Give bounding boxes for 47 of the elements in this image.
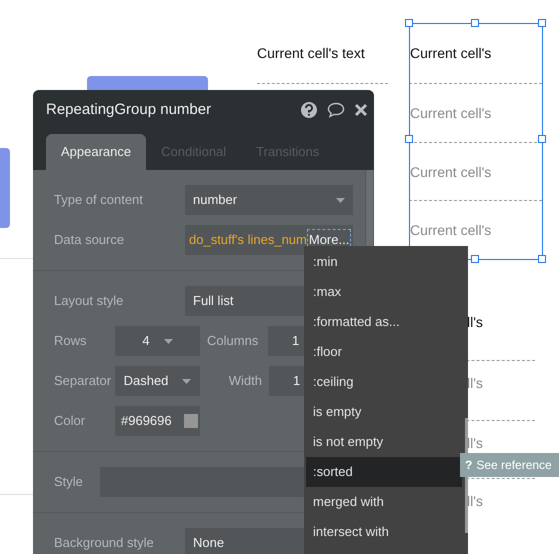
field-label: Color	[54, 412, 86, 430]
menu-item[interactable]: is empty	[306, 397, 462, 427]
field-label: Rows	[54, 332, 88, 350]
resize-handle[interactable]	[538, 19, 546, 27]
expression-field[interactable]: do_stuff's lines_num More...	[185, 225, 353, 255]
resize-handle[interactable]	[471, 19, 479, 27]
field-label: Type of content	[54, 191, 144, 210]
field-label: Background style	[54, 534, 155, 552]
cell-text: Current cell's	[410, 223, 492, 237]
dropdown[interactable]: 4	[115, 326, 200, 356]
panel-title: RepeatingGroup number	[46, 100, 212, 120]
field-label: Layout style	[54, 292, 124, 310]
caret-icon	[164, 338, 173, 344]
resize-handle[interactable]	[538, 255, 546, 263]
help-icon: ?	[465, 456, 472, 474]
cell-text: ll's	[467, 494, 483, 508]
field-label: Width	[228, 372, 263, 390]
menu-item[interactable]: :floor	[306, 337, 462, 367]
field-label: Data source	[54, 231, 126, 250]
comment-icon[interactable]	[327, 102, 345, 118]
cell-text: ll's	[467, 436, 483, 450]
cell-text: ll's	[467, 376, 483, 390]
menu-item[interactable]: :sorted	[306, 457, 462, 487]
field-label: Separator	[54, 372, 112, 390]
cell-text: Current cell's	[410, 106, 492, 120]
close-icon[interactable]	[354, 103, 368, 117]
cell-text: Current cell's	[410, 165, 492, 179]
resize-handle[interactable]	[405, 135, 413, 143]
field-label: Columns	[206, 332, 260, 350]
menu-item[interactable]: is not empty	[306, 427, 462, 457]
cell-text: Current cell's	[410, 46, 492, 60]
help-icon[interactable]	[301, 102, 317, 118]
caret-icon	[336, 198, 345, 202]
field-label: Style	[54, 473, 84, 492]
cell-text: Current cell's text	[257, 45, 365, 61]
menu-item[interactable]: :ceiling	[306, 367, 462, 397]
resize-handle[interactable]	[405, 19, 413, 27]
menu-item[interactable]: merged with	[306, 487, 462, 517]
resize-handle[interactable]	[538, 135, 546, 143]
cell-text: ll's	[467, 315, 483, 329]
color-field[interactable]: #969696	[115, 406, 200, 436]
dropdown[interactable]: number	[185, 185, 353, 215]
tab[interactable]: Appearance	[46, 134, 146, 170]
resize-handle[interactable]	[471, 255, 479, 263]
menu-item[interactable]: intersect with	[306, 517, 462, 547]
dropdown[interactable]: Dashed	[115, 366, 200, 396]
caret-icon	[182, 378, 192, 384]
